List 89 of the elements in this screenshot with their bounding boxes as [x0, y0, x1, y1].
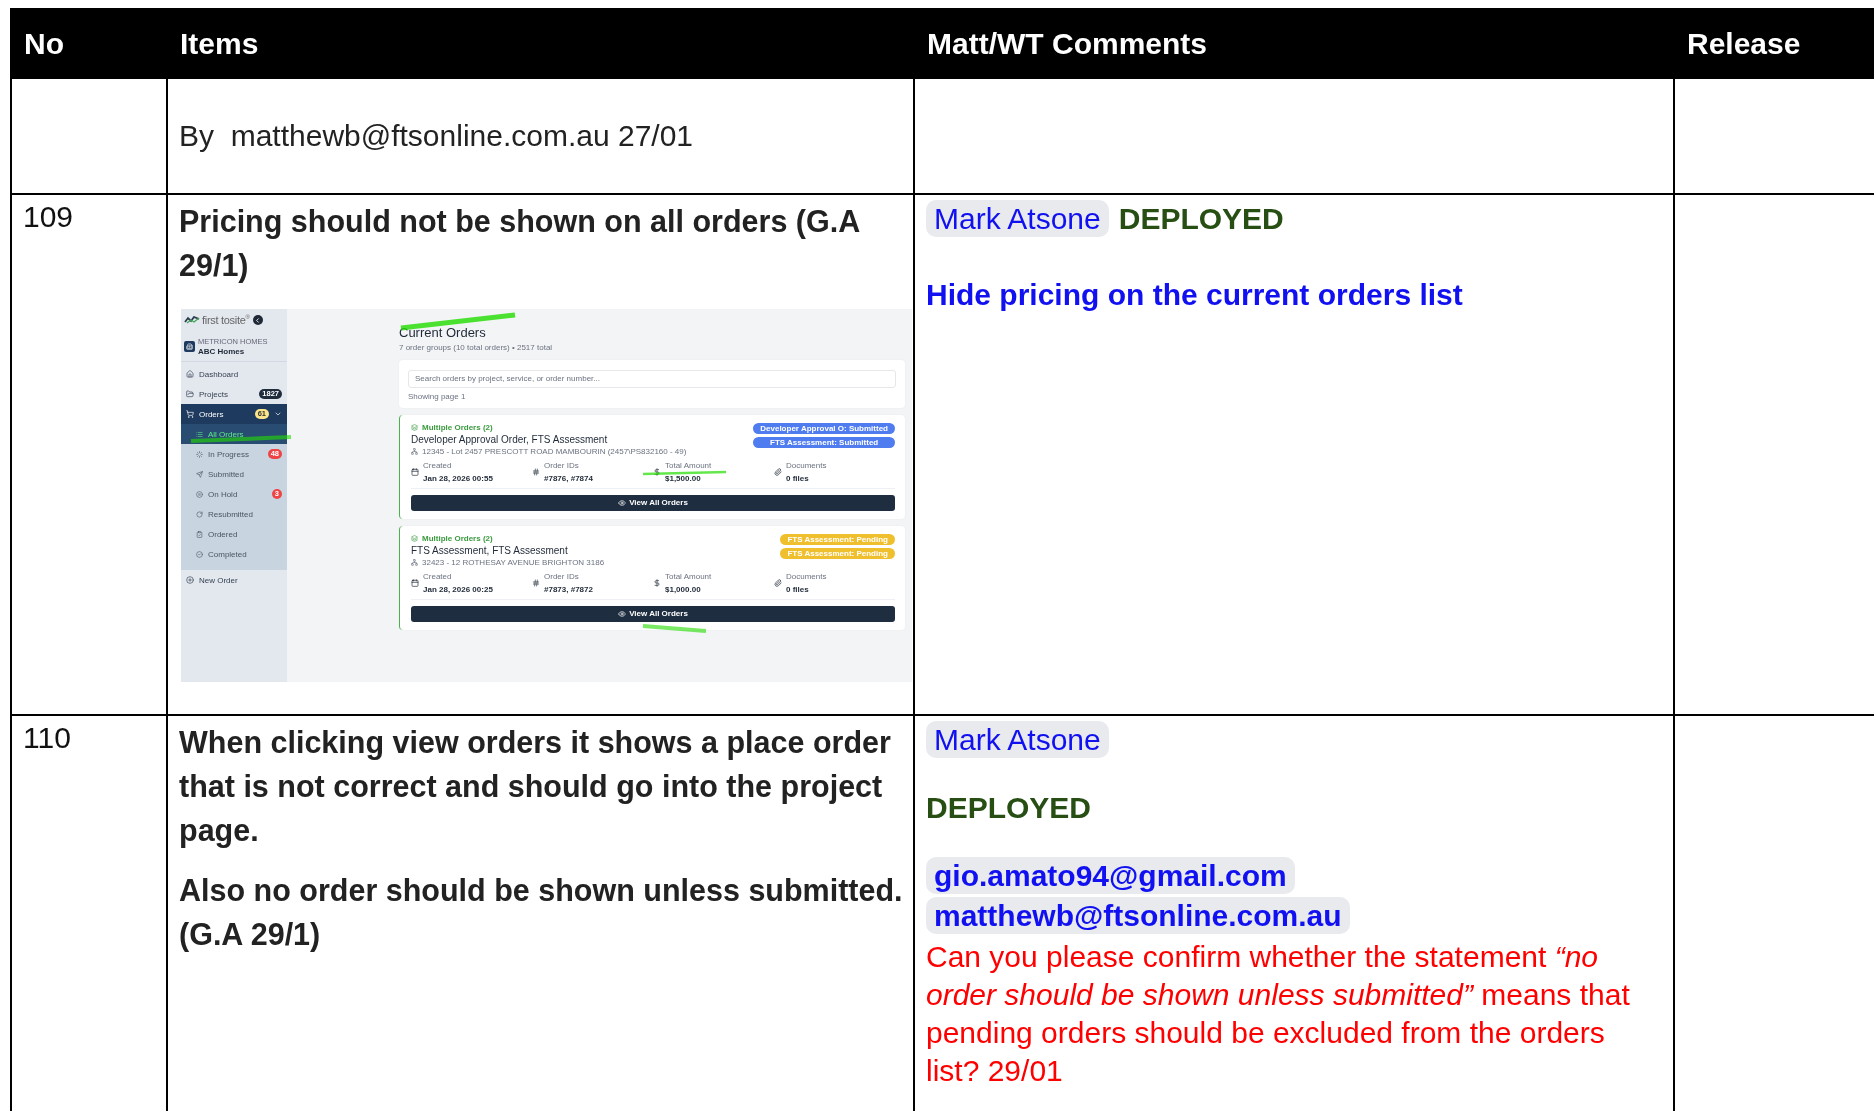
order-address: 12345 - Lot 2457 PRESCOTT ROAD MAMBOURIN (2457\PS832160 - 49) — [422, 446, 687, 456]
status-pill: FTS Assessment: Pending — [780, 533, 895, 545]
field-value: Jan 28, 2026 00:55 — [423, 473, 493, 483]
eye-icon — [618, 498, 627, 507]
field-label: Documents — [786, 461, 827, 470]
status-pill: Developer Approval O: Submitted — [753, 422, 895, 434]
sidebar-subitem[interactable]: Resubmitted — [181, 504, 287, 524]
item-text: Pricing should not be shown on all orders (G.A 29/1) — [179, 203, 861, 285]
field-label: Order IDs — [544, 461, 580, 470]
nav-icon — [186, 390, 194, 398]
sidebar-item[interactable]: Dashboard — [181, 364, 287, 384]
layers-icon — [411, 423, 418, 431]
nav-icon — [196, 450, 203, 458]
eye-icon — [618, 609, 627, 618]
status-text: DEPLOYED — [926, 791, 1092, 824]
paging-text: Showing page 1 — [408, 391, 467, 401]
row-number: 109 — [23, 200, 74, 233]
field-icon — [653, 579, 661, 587]
field-icon — [774, 468, 782, 476]
item-text: Also no order should be shown unless submitted. (G.A 29/1) — [179, 872, 903, 954]
email-chip[interactable]: gio.amato94@gmail.com — [926, 857, 1295, 894]
field-icon — [411, 579, 419, 587]
org-name: ABC Homes — [198, 346, 246, 356]
group-label: Multiple Orders (2) — [422, 422, 493, 432]
field-value: $1,500.00 — [665, 473, 702, 483]
field-icon — [774, 579, 782, 587]
order-title: FTS Assessment, FTS Assessment — [411, 544, 569, 556]
page-subtitle: 7 order groups (10 total orders) • 2517 total — [399, 343, 553, 352]
field-label: Documents — [786, 572, 827, 581]
byline-text: By matthewb@ftsonline.com.au 27/01 — [179, 119, 695, 153]
field-label: Created — [423, 461, 453, 470]
sidebar-subitem[interactable]: All Orders — [181, 424, 287, 444]
field-icon — [532, 579, 540, 587]
building-icon — [184, 340, 195, 352]
field-value: Jan 28, 2026 00:25 — [423, 584, 493, 594]
column-header: Items — [168, 8, 915, 79]
field-label: Total Amount — [665, 572, 712, 581]
sidebar-subitem[interactable]: Ordered — [181, 524, 287, 544]
logo-text: first tosite$^{®}$ — [202, 314, 250, 326]
chevron-down-icon[interactable] — [274, 410, 282, 418]
comment-text: Hide pricing on the current orders list — [926, 277, 1463, 313]
field-value: 0 files — [786, 584, 810, 594]
nav-icon — [186, 370, 194, 378]
order-address: 32423 - 12 ROTHESAY AVENUE BRIGHTON 3186 — [422, 557, 605, 567]
sidebar-item[interactable]: New Order — [181, 570, 287, 590]
field-value: #7876, #7874 — [544, 473, 593, 483]
sidebar-subitem[interactable]: Completed — [181, 544, 287, 564]
field-label: Created — [423, 572, 453, 581]
network-icon — [411, 558, 418, 566]
status-pill: FTS Assessment: Pending — [780, 547, 895, 559]
column-header: Matt/WT Comments — [915, 8, 1675, 79]
field-icon — [411, 468, 419, 476]
row-number: 110 — [23, 721, 71, 754]
nav-icon — [186, 576, 194, 584]
field-icon — [653, 468, 661, 476]
field-value: $1,000.00 — [665, 584, 702, 594]
column-header: Release — [1675, 8, 1874, 79]
column-header: No — [10, 8, 168, 79]
person-chip[interactable]: Mark Atsone — [926, 200, 1109, 237]
item-text: When clicking view orders it shows a place order that is not correct and should go into the project page. — [179, 724, 892, 850]
highlighter-stroke — [642, 624, 707, 633]
field-label: Order IDs — [544, 572, 580, 581]
layers-icon — [411, 534, 418, 542]
nav-icon — [196, 430, 203, 438]
network-icon — [411, 447, 418, 455]
logo-icon — [184, 316, 200, 324]
view-orders-button[interactable]: View All Orders — [411, 605, 895, 622]
nav-icon — [196, 550, 203, 558]
field-value: #7873, #7872 — [544, 584, 593, 594]
page-title: Current Orders — [399, 325, 486, 340]
order-title: Developer Approval Order, FTS Assessment — [411, 433, 609, 445]
sidebar-subitem[interactable]: Submitted — [181, 464, 287, 484]
status-pill: FTS Assessment: Submitted — [753, 436, 895, 448]
nav-icon — [196, 530, 203, 538]
nav-icon — [186, 410, 194, 418]
nav-icon — [196, 510, 203, 518]
group-label: Multiple Orders (2) — [422, 533, 493, 543]
field-value: 0 files — [786, 473, 810, 483]
status-text: DEPLOYED — [1118, 202, 1284, 235]
email-chip[interactable]: matthewb@ftsonline.com.au — [926, 897, 1350, 934]
nav-icon — [196, 490, 203, 498]
field-icon — [532, 468, 540, 476]
person-chip[interactable]: Mark Atsone — [926, 721, 1109, 758]
field-label: Total Amount — [665, 461, 712, 470]
collapse-icon[interactable] — [252, 315, 263, 325]
view-orders-button[interactable]: View All Orders — [411, 494, 895, 511]
comment-text: Can you please confirm whether the statement “no order should be shown unless submitted” means that pending orders should be excluded from the orders list? 29/01 — [926, 939, 1631, 1089]
nav-icon — [196, 470, 203, 478]
search-field[interactable]: Search orders by project, service, or order number... — [408, 369, 896, 388]
